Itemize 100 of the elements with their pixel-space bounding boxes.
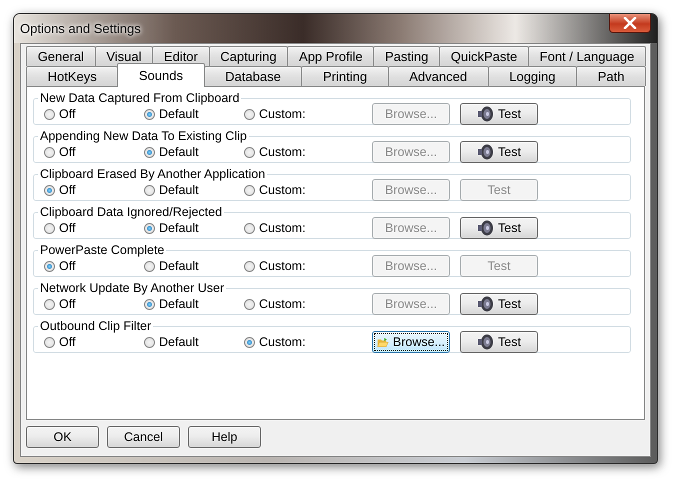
tab[interactable]: Advanced: [388, 66, 489, 86]
tab[interactable]: Printing: [301, 66, 389, 86]
radio-label: Default: [159, 297, 199, 311]
radio-button[interactable]: [144, 260, 155, 272]
radio-button[interactable]: [44, 260, 55, 272]
radio-label: Custom:: [259, 259, 306, 273]
tab[interactable]: App Profile: [287, 46, 374, 66]
speaker-icon: [477, 106, 494, 122]
speaker-icon: [477, 220, 494, 236]
close-button[interactable]: [609, 14, 651, 33]
tab[interactable]: QuickPaste: [439, 46, 529, 66]
group-title: Network Update By Another User: [39, 281, 226, 295]
radio-button[interactable]: [144, 298, 155, 310]
radio-label: Off: [59, 335, 76, 349]
radio-label: Custom:: [259, 335, 306, 349]
tab[interactable]: Database: [204, 66, 302, 86]
dialog-button[interactable]: OK: [26, 426, 99, 448]
radio-option[interactable]: Default: [144, 259, 244, 273]
radio-option[interactable]: Custom:: [244, 183, 372, 197]
radio-button[interactable]: [244, 260, 255, 272]
radio-option[interactable]: Default: [144, 335, 244, 349]
radio-button[interactable]: [44, 108, 55, 120]
tab[interactable]: Capturing: [208, 46, 288, 66]
radio-label: Off: [59, 107, 76, 121]
radio-button[interactable]: [244, 108, 255, 120]
radio-button[interactable]: [244, 222, 255, 234]
radio-label: Custom:: [259, 183, 306, 197]
radio-option[interactable]: Off: [44, 107, 144, 121]
radio-button[interactable]: [244, 184, 255, 196]
radio-option[interactable]: Custom:: [244, 335, 372, 349]
radio-button[interactable]: [144, 146, 155, 158]
radio-button[interactable]: [44, 184, 55, 196]
group-title: New Data Captured From Clipboard: [39, 91, 240, 105]
radio-button[interactable]: [144, 222, 155, 234]
test-button[interactable]: Test: [460, 217, 538, 239]
dialog-button[interactable]: Cancel: [107, 426, 180, 448]
group-title: Outbound Clip Filter: [39, 319, 152, 333]
radio-label: Custom:: [259, 145, 306, 159]
speaker-icon: [477, 144, 494, 160]
test-button[interactable]: Test: [460, 141, 538, 163]
tab[interactable]: HotKeys: [26, 66, 118, 86]
radio-option[interactable]: Custom:: [244, 221, 372, 235]
radio-label: Custom:: [259, 297, 306, 311]
dialog-button[interactable]: Help: [188, 426, 261, 448]
group-title: Clipboard Erased By Another Application: [39, 167, 266, 181]
close-icon: [623, 17, 637, 29]
radio-label: Off: [59, 221, 76, 235]
radio-option[interactable]: Off: [44, 335, 144, 349]
radio-label: Default: [159, 221, 199, 235]
radio-option[interactable]: Off: [44, 145, 144, 159]
radio-option[interactable]: Custom:: [244, 145, 372, 159]
radio-button[interactable]: [244, 298, 255, 310]
radio-button[interactable]: [144, 108, 155, 120]
radio-label: Custom:: [259, 107, 306, 121]
tab[interactable]: Font / Language: [528, 46, 646, 66]
radio-label: Default: [159, 145, 199, 159]
radio-option[interactable]: Custom:: [244, 107, 372, 121]
group-title: Appending New Data To Existing Clip: [39, 129, 248, 143]
radio-option[interactable]: Custom:: [244, 297, 372, 311]
radio-option[interactable]: Default: [144, 183, 244, 197]
test-button[interactable]: Test: [460, 331, 538, 353]
group-title: PowerPaste Complete: [39, 243, 166, 257]
radio-option[interactable]: Default: [144, 107, 244, 121]
tab[interactable]: Logging: [488, 66, 578, 86]
radio-label: Off: [59, 259, 76, 273]
radio-label: Off: [59, 145, 76, 159]
radio-label: Default: [159, 335, 199, 349]
window-title: Options and Settings: [20, 21, 141, 36]
radio-option[interactable]: Custom:: [244, 259, 372, 273]
speaker-icon: [477, 296, 494, 312]
radio-label: Default: [159, 183, 199, 197]
browse-button[interactable]: Browse...: [372, 331, 450, 353]
radio-button[interactable]: [144, 336, 155, 348]
tab[interactable]: Sounds: [117, 63, 205, 87]
radio-option[interactable]: Default: [144, 145, 244, 159]
radio-label: Default: [159, 107, 199, 121]
radio-option[interactable]: Default: [144, 221, 244, 235]
radio-button[interactable]: [44, 222, 55, 234]
radio-button[interactable]: [244, 146, 255, 158]
radio-option[interactable]: Off: [44, 297, 144, 311]
group-title: Clipboard Data Ignored/Rejected: [39, 205, 224, 219]
radio-option[interactable]: Off: [44, 221, 144, 235]
radio-button[interactable]: [44, 298, 55, 310]
tab[interactable]: Path: [576, 66, 646, 86]
radio-option[interactable]: Off: [44, 259, 144, 273]
speaker-icon: [477, 334, 494, 350]
radio-button[interactable]: [244, 336, 255, 348]
radio-label: Off: [59, 297, 76, 311]
radio-label: Off: [59, 183, 76, 197]
radio-button[interactable]: [44, 146, 55, 158]
tab[interactable]: General: [26, 46, 96, 66]
tab[interactable]: Pasting: [373, 46, 440, 66]
radio-label: Default: [159, 259, 199, 273]
test-button[interactable]: Test: [460, 293, 538, 315]
radio-option[interactable]: Default: [144, 297, 244, 311]
radio-option[interactable]: Off: [44, 183, 144, 197]
radio-button[interactable]: [44, 336, 55, 348]
test-button[interactable]: Test: [460, 103, 538, 125]
radio-label: Custom:: [259, 221, 306, 235]
radio-button[interactable]: [144, 184, 155, 196]
